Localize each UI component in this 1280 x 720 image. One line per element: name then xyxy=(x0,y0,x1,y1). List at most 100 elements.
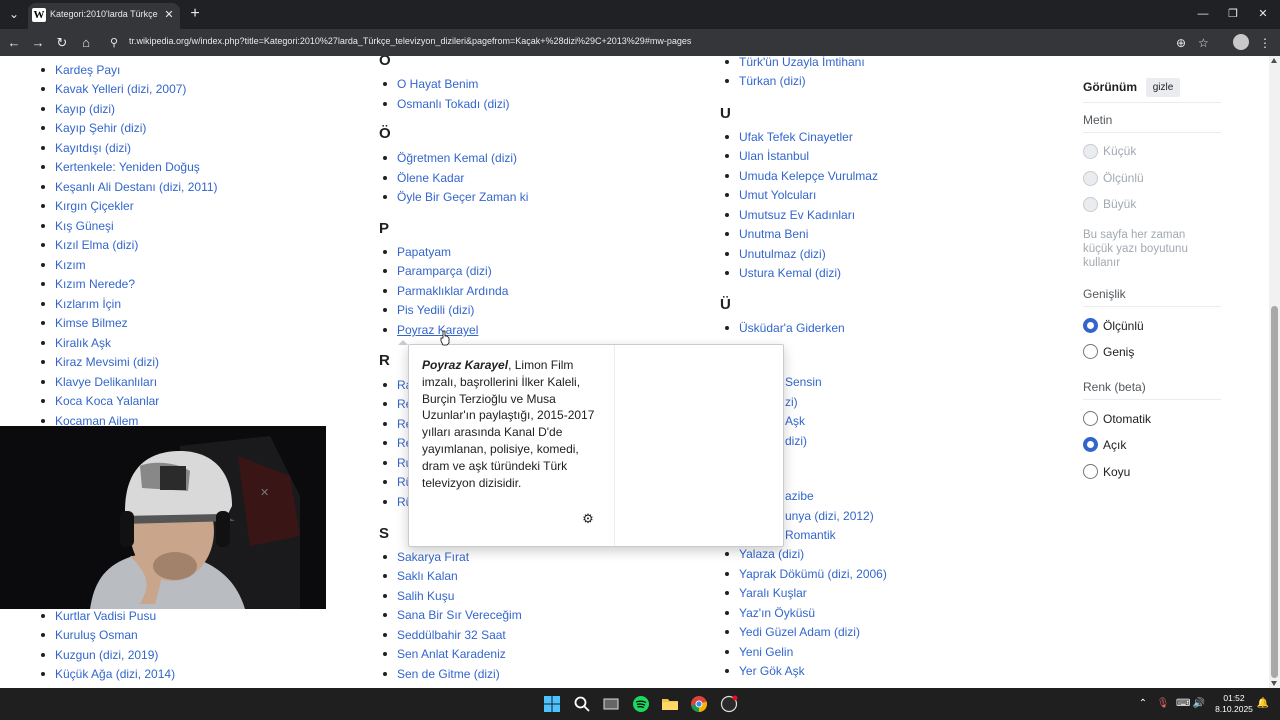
list-item[interactable]: Kayıp (dizi) xyxy=(40,101,115,117)
tab-search-chevron-icon[interactable]: ⌄ xyxy=(3,4,25,24)
list-item-partial[interactable]: unya (dizi, 2012) xyxy=(771,508,874,524)
volume-icon[interactable]: 🔊 xyxy=(1192,696,1206,712)
list-item[interactable]: Yer Gök Aşk xyxy=(725,663,805,679)
width-standard-radio[interactable] xyxy=(1083,318,1098,333)
list-item[interactable]: Türkan (dizi) xyxy=(725,73,806,89)
minimize-icon[interactable]: — xyxy=(1186,4,1220,24)
list-item[interactable]: Yaprak Dökümü (dizi, 2006) xyxy=(725,566,887,582)
list-item[interactable]: Saklı Kalan xyxy=(383,568,458,584)
window-close-icon[interactable]: ✕ xyxy=(1246,4,1280,24)
list-item[interactable]: Yedi Güzel Adam (dizi) xyxy=(725,624,860,640)
color-dark-radio[interactable] xyxy=(1083,464,1098,479)
list-item[interactable]: Umutsuz Ev Kadınları xyxy=(724,207,855,223)
list-item[interactable]: Papatyam xyxy=(382,244,451,260)
bookmark-star-icon[interactable]: ☆ xyxy=(1198,33,1214,53)
site-info-icon[interactable]: ⚲ xyxy=(110,33,126,53)
list-item[interactable]: Kertenkele: Yeniden Doğuş xyxy=(41,159,200,175)
windows-start-icon[interactable] xyxy=(543,695,561,713)
scroll-up-arrow-icon[interactable] xyxy=(1271,58,1277,63)
list-item[interactable]: Kayıp Şehir (dizi) xyxy=(40,120,146,136)
list-item[interactable]: Kardeş Payı xyxy=(40,62,120,78)
list-item-partial[interactable]: Romantik xyxy=(771,527,836,543)
list-item[interactable]: Kızlarım İçin xyxy=(40,296,121,312)
list-item[interactable]: Unutulmaz (dizi) xyxy=(725,246,826,262)
list-item[interactable]: Yaz'ın Öyküsü xyxy=(724,605,815,621)
list-item[interactable]: Koca Koca Yalanlar xyxy=(40,393,159,409)
list-item[interactable]: Kızım xyxy=(41,257,86,273)
color-light-radio[interactable] xyxy=(1083,437,1098,452)
hide-button[interactable]: gizle xyxy=(1146,78,1180,97)
address-bar[interactable]: ⚲ tr.wikipedia.org/w/index.php?title=Kat… xyxy=(102,32,1222,53)
list-item[interactable]: Öğretmen Kemal (dizi) xyxy=(382,150,517,166)
list-item-partial[interactable]: Sensin xyxy=(771,374,822,390)
chrome-icon[interactable] xyxy=(690,695,708,713)
list-item[interactable]: Ustura Kemal (dizi) xyxy=(724,265,841,281)
reload-icon[interactable]: ↻ xyxy=(52,33,72,53)
list-item[interactable]: Kayıtdışı (dizi) xyxy=(40,140,131,156)
restore-icon[interactable]: ❐ xyxy=(1216,4,1250,24)
kebab-menu-icon[interactable]: ⋮ xyxy=(1258,33,1272,53)
list-item[interactable]: Öyle Bir Geçer Zaman ki xyxy=(382,189,528,205)
list-item-hovered[interactable]: Poyraz Karayel xyxy=(382,322,478,338)
list-item[interactable]: Umut Yolcuları xyxy=(724,187,816,203)
file-explorer-icon[interactable] xyxy=(661,695,679,713)
page-preview-popup[interactable]: Poyraz Karayel, Limon Film imzalı, başro… xyxy=(408,344,784,547)
list-item[interactable]: Kurtlar Vadisi Pusu xyxy=(40,608,156,624)
scroll-down-arrow-icon[interactable] xyxy=(1271,681,1277,686)
page-scrollbar[interactable] xyxy=(1269,56,1280,688)
list-item-partial[interactable]: azibe xyxy=(771,488,814,504)
list-item[interactable]: Yeni Gelin xyxy=(724,644,793,660)
color-dark-label[interactable]: Koyu xyxy=(1103,465,1130,479)
search-icon[interactable] xyxy=(573,695,591,713)
zoom-icon[interactable]: ⊕ xyxy=(1176,33,1192,53)
list-item[interactable]: Salih Kuşu xyxy=(382,588,454,604)
width-wide-radio[interactable] xyxy=(1083,344,1098,359)
new-tab-plus-icon[interactable]: + xyxy=(184,4,206,24)
list-item[interactable]: Küçük Ağa (dizi, 2014) xyxy=(40,666,175,682)
list-item[interactable]: Yaralı Kuşlar xyxy=(725,585,807,601)
list-item[interactable]: Kızım Nerede? xyxy=(40,276,135,292)
width-standard-label[interactable]: Ölçünlü xyxy=(1103,319,1144,333)
list-item[interactable]: Sakarya Fırat xyxy=(382,549,469,565)
list-item[interactable]: Ufak Tefek Cinayetler xyxy=(725,129,853,145)
color-auto-radio[interactable] xyxy=(1083,411,1098,426)
list-item[interactable]: Parmaklıklar Ardında xyxy=(382,283,508,299)
list-item-partial[interactable]: dizi) xyxy=(770,433,807,449)
list-item[interactable]: Kimse Bilmez xyxy=(41,315,128,331)
list-item-partial[interactable]: Aşk xyxy=(770,413,805,429)
notification-bell-icon[interactable]: 🔔 xyxy=(1256,696,1270,712)
list-item[interactable]: Kiraz Mevsimi (dizi) xyxy=(40,354,159,370)
list-item[interactable]: O Hayat Benim xyxy=(382,76,478,92)
home-icon[interactable]: ⌂ xyxy=(76,33,96,53)
scrollbar-thumb[interactable] xyxy=(1271,306,1278,678)
list-item[interactable]: Kiralık Aşk xyxy=(40,335,111,351)
gear-icon[interactable]: ⚙ xyxy=(581,512,595,526)
network-icon[interactable]: ⌨ xyxy=(1176,696,1190,712)
task-view-icon[interactable] xyxy=(602,695,620,713)
list-item[interactable]: Klavye Delikanlıları xyxy=(40,374,157,390)
list-item[interactable]: Sen Anlat Karadeniz xyxy=(383,646,506,662)
list-item[interactable]: Sana Bir Sır Vereceğim xyxy=(383,607,522,623)
tab-close-icon[interactable]: ✕ xyxy=(162,7,176,23)
list-item[interactable]: Yalaza (dizi) xyxy=(724,546,804,562)
microphone-icon[interactable]: 🎙 xyxy=(1156,696,1170,712)
list-item[interactable]: Kızıl Elma (dizi) xyxy=(40,237,138,253)
width-wide-label[interactable]: Geniş xyxy=(1103,345,1134,359)
tab-active[interactable]: W Kategori:2010'larda Türkçe tele ✕ xyxy=(28,3,180,29)
taskbar-clock[interactable]: 01:52 8.10.2025 xyxy=(1212,693,1256,715)
list-item-partial[interactable]: zi) xyxy=(771,394,798,410)
forward-arrow-icon[interactable]: → xyxy=(28,33,48,53)
list-item[interactable]: Paramparça (dizi) xyxy=(383,263,492,279)
list-item[interactable]: Kuruluş Osman xyxy=(41,627,138,643)
list-item[interactable]: Üsküdar'a Giderken xyxy=(725,320,845,336)
list-item[interactable]: Keşanlı Ali Destanı (dizi, 2011) xyxy=(41,179,218,195)
list-item[interactable]: Kavak Yelleri (dizi, 2007) xyxy=(40,81,186,97)
list-item[interactable]: Sen de Gitme (dizi) xyxy=(383,666,500,682)
tray-chevron-up-icon[interactable]: ⌃ xyxy=(1136,696,1150,712)
list-item[interactable]: Ölene Kadar xyxy=(382,170,464,186)
url-text[interactable]: tr.wikipedia.org/w/index.php?title=Kateg… xyxy=(129,36,691,46)
list-item[interactable]: Kırgın Çiçekler xyxy=(41,198,134,214)
color-auto-label[interactable]: Otomatik xyxy=(1103,412,1151,426)
list-item[interactable]: Pis Yedili (dizi) xyxy=(382,302,474,318)
list-item[interactable]: Unutma Beni xyxy=(724,226,808,242)
